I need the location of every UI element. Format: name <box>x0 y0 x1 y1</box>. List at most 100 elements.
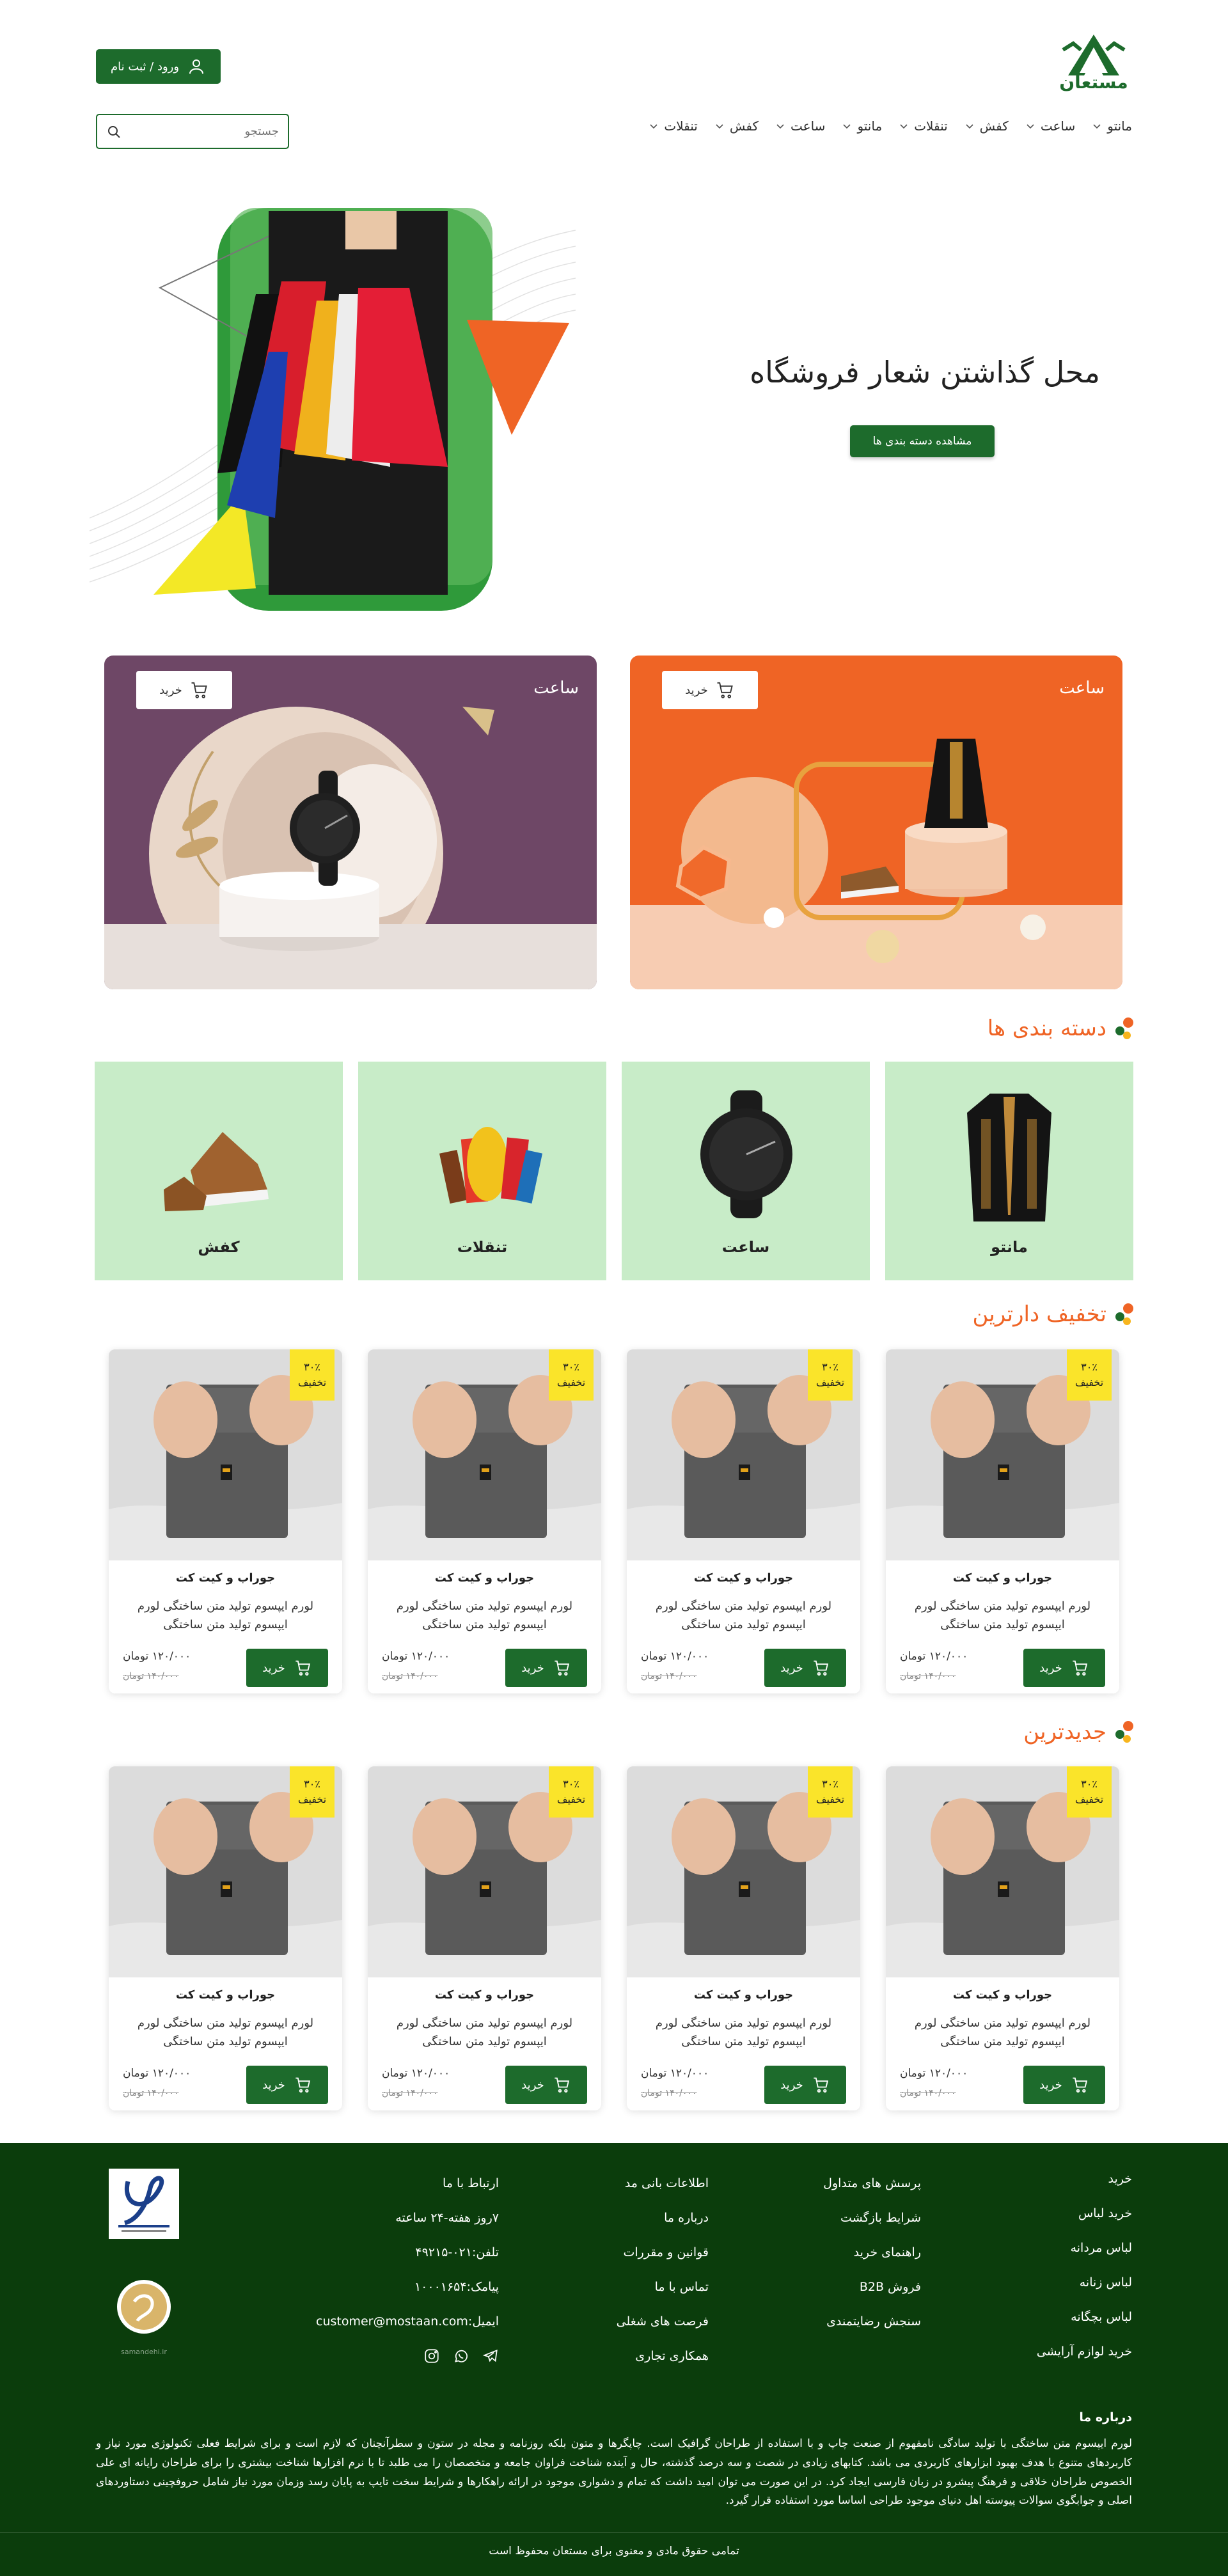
product-price: ۱۲۰/۰۰۰ تومان <box>382 2067 450 2080</box>
samandehi-badge-icon[interactable] <box>109 2276 179 2346</box>
view-categories-button[interactable]: مشاهده دسته بندی ها <box>850 425 995 457</box>
promo-buy-button[interactable]: خرید <box>136 671 232 709</box>
product-price: ۱۲۰/۰۰۰ تومان <box>641 2067 709 2080</box>
chevron-down-icon <box>716 124 723 129</box>
buy-button[interactable]: خرید <box>1023 1649 1105 1687</box>
product-old-price: ۱۴۰/۰۰۰ تومان <box>900 1671 956 1681</box>
product-card[interactable]: ۳۰٪ تخفیف جوراب و کیت کت لورم ایپسوم تول… <box>109 1766 342 2110</box>
nav-item-manto[interactable]: مانتو <box>1092 118 1132 134</box>
footer-link[interactable]: لباس بچگانه <box>1037 2310 1132 2324</box>
footer-link[interactable]: لباس زنانه <box>1037 2275 1132 2289</box>
footer-link[interactable]: همکاری تجاری <box>617 2349 709 2363</box>
buy-label: خرید <box>521 2078 544 2092</box>
site-footer: خرید خرید لباس لباس مردانه لباس زنانه لب… <box>0 2143 1228 2576</box>
footer-link[interactable]: خرید لوازم آرایشی <box>1037 2344 1132 2359</box>
main-nav: مانتو ساعت کفش تنقلات مانتو ساعت کفش تنق… <box>649 118 1132 134</box>
footer-link[interactable]: تماس با ما <box>617 2280 709 2294</box>
footer-link[interactable]: پرسش های متداول <box>823 2176 921 2190</box>
instagram-icon[interactable] <box>423 2348 440 2364</box>
whatsapp-icon[interactable] <box>453 2348 469 2364</box>
product-name[interactable]: جوراب و کیت کت <box>627 1571 860 1585</box>
nav-item-shoes[interactable]: کفش <box>964 118 1009 134</box>
product-name[interactable]: جوراب و کیت کت <box>886 1571 1119 1585</box>
category-card-manto[interactable]: مانتو <box>885 1062 1133 1280</box>
telegram-icon[interactable] <box>482 2348 499 2364</box>
buy-button[interactable]: خرید <box>246 1649 328 1687</box>
contact-hours: ۷روز هفته-۲۴ ساعته <box>395 2211 499 2225</box>
copyright-text: تمامی حقوق مادی و معنوی برای مستعان محفو… <box>489 2545 739 2557</box>
footer-info-links: اطلاعات بانی مد درباره ما قوانین و مقررا… <box>617 2176 709 2363</box>
product-old-price: ۱۴۰/۰۰۰ تومان <box>123 1671 179 1681</box>
contact-phone[interactable]: تلفن:۰۲۱-۴۹۲۱۵ <box>316 2245 499 2259</box>
category-card-snacks[interactable]: تنقلات <box>358 1062 606 1280</box>
hero-slogan: محل گذاشتن شعار فروشگاه <box>750 355 1100 389</box>
search-input[interactable] <box>122 125 279 138</box>
about-text: لورم ایپسوم متن ساختگی با تولید سادگی نا… <box>96 2437 1132 2508</box>
footer-link[interactable]: راهنمای خرید <box>823 2245 921 2259</box>
product-name[interactable]: جوراب و کیت کت <box>368 1988 601 2002</box>
buy-label: خرید <box>780 1661 803 1675</box>
discounted-products: ۳۰٪ تخفیف جوراب و کیت کت لورم ایپسوم تول… <box>109 1349 1119 1693</box>
discount-percent: ۳۰٪ <box>304 1361 320 1373</box>
discount-percent: ۳۰٪ <box>563 1361 579 1373</box>
buy-button[interactable]: خرید <box>764 2066 846 2104</box>
product-name[interactable]: جوراب و کیت کت <box>368 1571 601 1585</box>
nav-item-watch[interactable]: ساعت <box>1025 118 1075 134</box>
footer-link[interactable]: خرید لباس <box>1037 2206 1132 2220</box>
footer-link[interactable]: سنجش رضایتمندی <box>823 2314 921 2329</box>
product-old-price: ۱۴۰/۰۰۰ تومان <box>123 2088 179 2098</box>
discount-label: تخفیف <box>556 1376 586 1388</box>
product-card[interactable]: ۳۰٪ تخفیف جوراب و کیت کت لورم ایپسوم تول… <box>368 1766 601 2110</box>
buy-button[interactable]: خرید <box>505 1649 587 1687</box>
footer-link[interactable]: قوانین و مقررات <box>617 2245 709 2259</box>
category-card-watch[interactable]: ساعت <box>622 1062 870 1280</box>
enamad-badge-icon[interactable] <box>109 2169 179 2239</box>
nav-item-snacks[interactable]: تنقلات <box>899 118 948 134</box>
footer-link[interactable]: خرید <box>1037 2172 1133 2186</box>
product-card[interactable]: ۳۰٪ تخفیف جوراب و کیت کت لورم ایپسوم تول… <box>886 1766 1119 2110</box>
promo-banner-right[interactable]: ساعت خرید <box>630 656 1122 989</box>
product-description: لورم ایپسوم تولید متن ساختگی لورم ایپسوم… <box>914 2016 1091 2048</box>
footer-link[interactable]: درباره ما <box>617 2211 709 2225</box>
cart-icon <box>295 1660 310 1676</box>
buy-button[interactable]: خرید <box>246 2066 328 2104</box>
footer-help-links: پرسش های متداول شرایط بازگشت راهنمای خری… <box>823 2176 921 2329</box>
product-card[interactable]: ۳۰٪ تخفیف جوراب و کیت کت لورم ایپسوم تول… <box>368 1349 601 1693</box>
product-name[interactable]: جوراب و کیت کت <box>886 1988 1119 2002</box>
product-name[interactable]: جوراب و کیت کت <box>109 1571 342 1585</box>
product-description: لورم ایپسوم تولید متن ساختگی لورم ایپسوم… <box>137 1599 314 1631</box>
cart-icon <box>1073 2077 1087 2093</box>
buy-button[interactable]: خرید <box>1023 2066 1105 2104</box>
product-card[interactable]: ۳۰٪ تخفیف جوراب و کیت کت لورم ایپسوم تول… <box>627 1766 860 2110</box>
login-register-button[interactable]: ورود / ثبت نام <box>96 49 221 84</box>
contact-sms[interactable]: پیامک:۱۰۰۰۱۶۵۴ <box>316 2280 499 2294</box>
product-card[interactable]: ۳۰٪ تخفیف جوراب و کیت کت لورم ایپسوم تول… <box>627 1349 860 1693</box>
product-description: لورم ایپسوم تولید متن ساختگی لورم ایپسوم… <box>655 2016 832 2048</box>
nav-item-manto[interactable]: مانتو <box>842 118 882 134</box>
product-description: لورم ایپسوم تولید متن ساختگی لورم ایپسوم… <box>914 1599 1091 1631</box>
product-card[interactable]: ۳۰٪ تخفیف جوراب و کیت کت لورم ایپسوم تول… <box>886 1349 1119 1693</box>
footer-link[interactable]: شرایط بازگشت <box>823 2211 921 2225</box>
promo-buy-button[interactable]: خرید <box>662 671 758 709</box>
categories-heading: دسته بندی ها <box>988 1016 1133 1041</box>
category-card-shoes[interactable]: کفش <box>95 1062 343 1280</box>
buy-button[interactable]: خرید <box>764 1649 846 1687</box>
footer-link[interactable]: لباس مردانه <box>1037 2241 1132 2255</box>
product-name[interactable]: جوراب و کیت کت <box>109 1988 342 2002</box>
site-header: مستعان ورود / ثبت نام مانتو ساعت کفش تنق… <box>0 0 1228 160</box>
nav-item-shoes[interactable]: کفش <box>714 118 759 134</box>
promo-banner-left[interactable]: ساعت خرید <box>104 656 597 989</box>
brand-logo-text: مستعان <box>1059 72 1128 93</box>
nav-item-label: تنقلات <box>664 118 698 134</box>
nav-item-snacks[interactable]: تنقلات <box>649 118 698 134</box>
footer-link[interactable]: فرصت های شغلی <box>617 2314 709 2329</box>
footer-link[interactable]: فروش B2B <box>823 2280 921 2294</box>
search-box <box>96 114 289 149</box>
nav-item-label: ساعت <box>791 118 826 134</box>
nav-item-watch[interactable]: ساعت <box>775 118 825 134</box>
product-card[interactable]: ۳۰٪ تخفیف جوراب و کیت کت لورم ایپسوم تول… <box>109 1349 342 1693</box>
search-icon[interactable] <box>106 124 122 139</box>
buy-button[interactable]: خرید <box>505 2066 587 2104</box>
contact-email[interactable]: ایمیل:customer@mostaan.com <box>316 2314 499 2329</box>
product-name[interactable]: جوراب و کیت کت <box>627 1988 860 2002</box>
